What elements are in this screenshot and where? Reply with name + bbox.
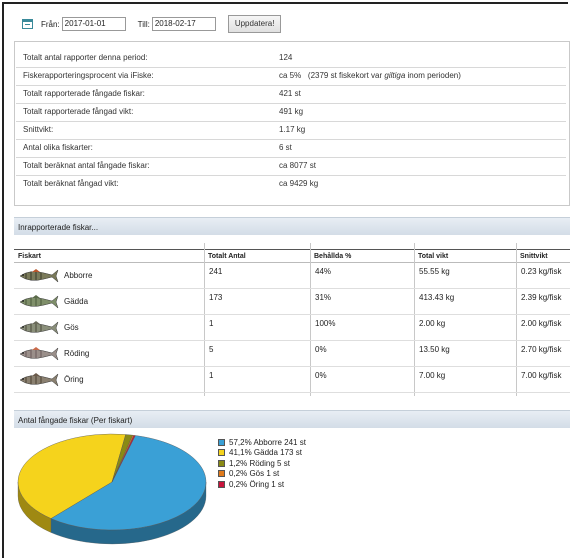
stat-value: 6 st xyxy=(279,143,292,152)
stat-value-text: ca 5% xyxy=(279,71,302,80)
from-label: Från: xyxy=(41,19,60,29)
stat-row: Totalt beräknat fångad vikt: ca 9429 kg xyxy=(16,175,566,193)
legend-item: 0,2% Gös 1 st xyxy=(218,469,306,480)
stat-label: Antal olika fiskarter: xyxy=(23,143,93,152)
column-header: Fiskart xyxy=(18,253,41,260)
fish-avg: 0.23 kg/fisk xyxy=(521,267,562,276)
fish-name: Abborre xyxy=(64,271,93,280)
legend-label: 57,2% Abborre 241 st xyxy=(229,437,306,447)
fish-weight: 7.00 kg xyxy=(419,371,446,380)
fish-avg: 2.00 kg/fisk xyxy=(521,319,562,328)
stat-value: 421 st xyxy=(279,89,301,98)
pie-chart xyxy=(17,433,207,545)
stat-value: ca 5% (2379 st fiskekort var giltiga ino… xyxy=(279,71,461,80)
fish-weight: 13.50 kg xyxy=(419,345,450,354)
legend-label: 0,2% Gös 1 st xyxy=(229,469,280,479)
legend-swatch xyxy=(218,438,225,446)
to-date-input[interactable]: 2018-02-17 xyxy=(151,17,216,31)
stat-value: ca 9429 kg xyxy=(279,179,319,188)
section-title: Antal fångade fiskar (Per fiskart) xyxy=(18,416,133,425)
legend-label: 0,2% Öring 1 st xyxy=(229,479,285,489)
section-title: Inrapporterade fiskar... xyxy=(18,223,99,232)
legend-item: 0,2% Öring 1 st xyxy=(218,479,306,490)
stat-value: ca 8077 st xyxy=(279,161,316,170)
column-header: Totalt Antal xyxy=(208,253,246,260)
table-row: Abborre 241 44% 55.55 kg 0.23 kg/fisk xyxy=(14,263,570,289)
fish-name: Gädda xyxy=(64,297,89,306)
pie-legend: 57,2% Abborre 241 st 41,1% Gädda 173 st 1,… xyxy=(218,437,306,490)
legend-swatch xyxy=(218,470,225,478)
stat-row: Snittvikt: 1.17 kg xyxy=(16,121,566,140)
stat-value: 491 kg xyxy=(279,107,304,116)
stat-label: Totalt rapporterade fångad vikt: xyxy=(23,107,134,116)
stat-row: Totalt rapporterade fångade fiskar: 421 s… xyxy=(16,85,566,104)
reported-fish-header: Inrapporterade fiskar... xyxy=(14,217,570,235)
table-row: Gädda 173 31% 413.43 kg 2.39 kg/fisk xyxy=(14,289,570,315)
stat-label: Totalt antal rapporter denna period: xyxy=(23,53,148,62)
stat-note-end: inom perioden) xyxy=(405,71,461,80)
stat-label: Totalt beräknat fångad vikt: xyxy=(23,179,119,188)
column-header: Total vikt xyxy=(418,253,449,260)
stat-label: Totalt rapporterade fångade fiskar: xyxy=(23,89,145,98)
legend-item: 1,2% Röding 5 st xyxy=(218,458,306,469)
fish-name: Gös xyxy=(64,323,79,332)
legend-item: 41,1% Gädda 173 st xyxy=(218,448,306,459)
fish-name: Röding xyxy=(64,349,90,358)
column-header: Behållda % xyxy=(314,253,352,260)
table-row: Öring 1 0% 7.00 kg 7.00 kg/fisk xyxy=(14,367,570,393)
stat-note-emphasis: giltiga xyxy=(384,71,406,80)
stat-label: Totalt beräknat antal fångade fiskar: xyxy=(23,161,150,170)
fish-kept: 31% xyxy=(315,293,332,302)
legend-label: 41,1% Gädda 173 st xyxy=(229,448,302,458)
fish-kept: 0% xyxy=(315,345,327,354)
char-fish-icon xyxy=(19,347,59,361)
fish-name: Öring xyxy=(64,375,84,384)
legend-swatch xyxy=(218,449,225,457)
legend-swatch xyxy=(218,459,225,467)
fish-avg: 2.70 kg/fisk xyxy=(521,345,562,354)
fish-avg: 2.39 kg/fisk xyxy=(521,293,562,302)
fish-count: 1 xyxy=(209,319,214,328)
legend-item: 57,2% Abborre 241 st xyxy=(218,437,306,448)
stat-label: Snittvikt: xyxy=(23,125,54,134)
pie-top xyxy=(17,433,207,531)
fish-count: 5 xyxy=(209,345,214,354)
table-row: Röding 5 0% 13.50 kg 2.70 kg/fisk xyxy=(14,341,570,367)
fish-weight: 413.43 kg xyxy=(419,293,455,302)
fish-count: 241 xyxy=(209,267,223,276)
fish-kept: 0% xyxy=(315,371,327,380)
stat-row: Totalt rapporterade fångad vikt: 491 kg xyxy=(16,103,566,122)
from-date-input[interactable]: 2017-01-01 xyxy=(61,17,126,31)
fish-count: 1 xyxy=(209,371,214,380)
fish-table-header: Fiskart Totalt Antal Behållda % Total vi… xyxy=(14,249,570,263)
fish-kept: 44% xyxy=(315,267,332,276)
statistics-panel: Totalt antal rapporter denna period: 124 … xyxy=(14,41,570,206)
to-label: Till: xyxy=(137,19,150,29)
stat-row: Fiskerapporteringsprocent via iFiske: ca … xyxy=(16,67,566,86)
column-header: Snittvikt xyxy=(520,253,548,260)
pie-section-header: Antal fångade fiskar (Per fiskart) xyxy=(14,410,570,428)
legend-swatch xyxy=(218,480,225,488)
pike-fish-icon xyxy=(19,295,59,309)
fish-weight: 55.55 kg xyxy=(419,267,450,276)
trout-fish-icon xyxy=(19,373,59,387)
stat-note: (2379 st fiskekort var xyxy=(307,71,385,80)
stat-value: 1.17 kg xyxy=(279,125,306,134)
update-button[interactable]: Uppdatera! xyxy=(227,15,282,33)
table-row: Gös 1 100% 2.00 kg 2.00 kg/fisk xyxy=(14,315,570,341)
fish-weight: 2.00 kg xyxy=(419,319,446,328)
legend-label: 1,2% Röding 5 st xyxy=(229,458,290,468)
stat-row: Totalt beräknat antal fångade fiskar: ca … xyxy=(16,157,566,176)
fish-kept: 100% xyxy=(315,319,336,328)
calendar-icon[interactable] xyxy=(22,19,33,29)
stat-label: Fiskerapporteringsprocent via iFiske: xyxy=(23,71,154,80)
stat-row: Antal olika fiskarter: 6 st xyxy=(16,139,566,158)
date-toolbar: Från: 2017-01-01 Till: 2018-02-17 Uppdat… xyxy=(22,15,282,33)
zander-fish-icon xyxy=(19,321,59,335)
perch-fish-icon xyxy=(19,269,59,283)
stat-value: 124 xyxy=(279,53,293,62)
fish-count: 173 xyxy=(209,293,223,302)
fish-avg: 7.00 kg/fisk xyxy=(521,371,562,380)
stat-row: Totalt antal rapporter denna period: 124 xyxy=(16,49,566,68)
